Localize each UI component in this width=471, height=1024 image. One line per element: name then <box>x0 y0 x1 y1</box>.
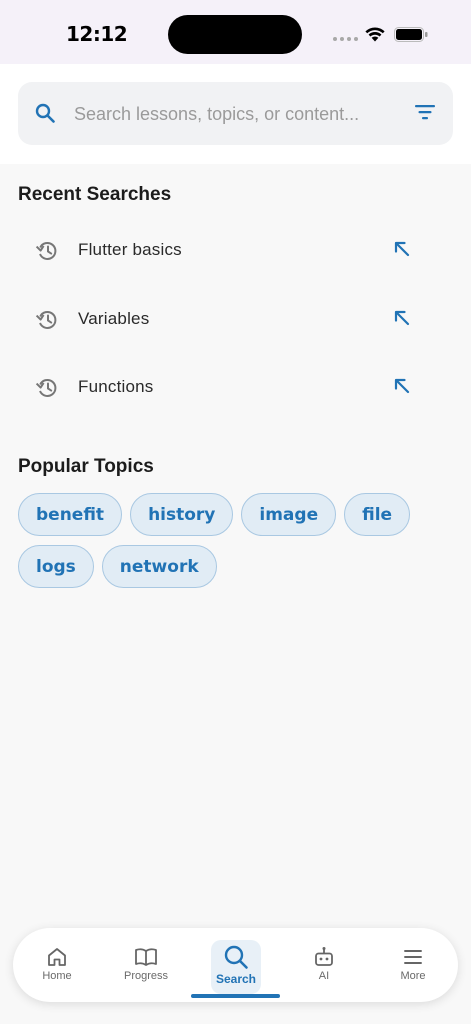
nav-label: More <box>400 970 426 982</box>
topic-chip-image[interactable]: image <box>241 493 337 536</box>
search-icon <box>224 945 248 969</box>
topic-chips: benefit history image file logs network <box>18 493 458 588</box>
recent-searches-title: Recent Searches <box>18 184 172 205</box>
history-icon <box>35 241 57 260</box>
search-input[interactable] <box>74 94 394 134</box>
status-time: 12:12 <box>66 22 128 46</box>
popular-topics-title: Popular Topics <box>18 456 154 477</box>
wifi-icon <box>365 27 385 42</box>
arrow-up-left-icon[interactable] <box>393 240 411 258</box>
cellular-signal-icon <box>333 37 358 41</box>
dynamic-island <box>168 15 302 54</box>
nav-label: Home <box>42 970 72 982</box>
nav-home[interactable]: Home <box>22 928 92 1002</box>
home-icon <box>48 948 66 966</box>
bottom-navigation: Home Progress Search AI More <box>13 928 458 1002</box>
search-icon <box>35 103 55 123</box>
search-header <box>0 64 471 164</box>
menu-icon <box>404 950 422 964</box>
nav-ai[interactable]: AI <box>289 928 359 1002</box>
recent-search-label: Functions <box>78 377 154 396</box>
nav-label: Progress <box>123 970 169 982</box>
battery-icon <box>394 27 428 42</box>
nav-label: AI <box>318 970 330 982</box>
nav-label: Search <box>215 972 257 986</box>
recent-search-label: Flutter basics <box>78 240 182 259</box>
topic-chip-file[interactable]: file <box>344 493 411 536</box>
topic-chip-logs[interactable]: logs <box>18 545 94 588</box>
active-tab-indicator <box>191 994 280 998</box>
nav-progress[interactable]: Progress <box>111 928 181 1002</box>
recent-search-item[interactable]: Functions <box>18 356 453 420</box>
recent-search-item[interactable]: Flutter basics <box>18 219 453 283</box>
recent-search-label: Variables <box>78 309 150 328</box>
arrow-up-left-icon[interactable] <box>393 309 411 327</box>
nav-search[interactable]: Search <box>201 928 271 1002</box>
book-icon <box>135 948 157 966</box>
history-icon <box>35 310 57 329</box>
history-icon <box>35 378 57 397</box>
topic-chip-network[interactable]: network <box>101 545 217 588</box>
arrow-up-left-icon[interactable] <box>393 377 411 395</box>
status-bar: 12:12 <box>0 0 471 64</box>
filter-icon[interactable] <box>414 103 436 121</box>
topic-chip-benefit[interactable]: benefit <box>18 493 123 536</box>
topic-chip-history[interactable]: history <box>130 493 234 536</box>
robot-icon <box>315 947 333 966</box>
nav-more[interactable]: More <box>378 928 448 1002</box>
recent-search-item[interactable]: Variables <box>18 288 453 352</box>
search-bar[interactable] <box>18 82 453 145</box>
